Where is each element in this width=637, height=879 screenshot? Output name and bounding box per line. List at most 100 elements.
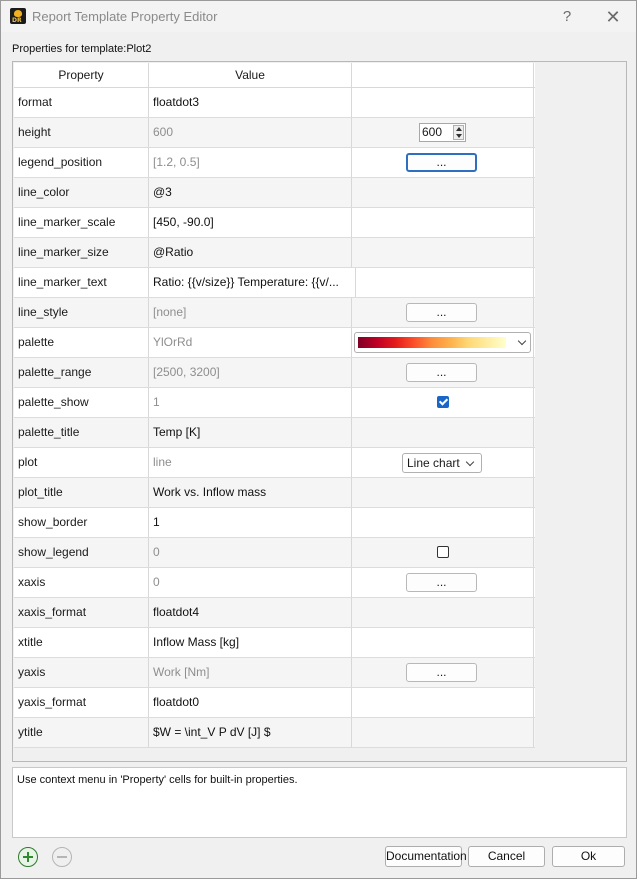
property-value-cell[interactable]: floatdot3 (149, 88, 352, 117)
editor-cell (352, 478, 534, 507)
property-value-cell[interactable]: Work vs. Inflow mass (149, 478, 352, 507)
property-name-cell[interactable]: palette_range (14, 358, 149, 387)
table-row: ytitle $W = \int_V P dV [J] $ (14, 718, 535, 748)
editor-cell: ... (352, 298, 534, 327)
property-value-cell[interactable]: 0 (149, 538, 352, 567)
property-name-cell[interactable]: show_border (14, 508, 149, 537)
palette-show-checkbox[interactable] (437, 396, 449, 408)
documentation-button[interactable]: Documentation (385, 846, 467, 867)
property-name-cell[interactable]: line_marker_size (14, 238, 149, 267)
table-row: xtitle Inflow Mass [kg] (14, 628, 535, 658)
property-value-cell[interactable]: $W = \int_V P dV [J] $ (149, 718, 352, 747)
property-value-cell[interactable]: [450, -90.0] (149, 208, 352, 237)
editor-cell (352, 508, 534, 537)
spinbox-value: 600 (422, 125, 443, 139)
legend-position-edit-button[interactable]: ... (406, 153, 477, 172)
table-row: line_marker_scale [450, -90.0] (14, 208, 535, 238)
help-text: Use context menu in 'Property' cells for… (17, 774, 298, 786)
spin-down-icon[interactable] (456, 134, 462, 138)
yaxis-edit-button[interactable]: ... (406, 663, 477, 682)
chevron-down-icon (517, 336, 527, 346)
cancel-button[interactable]: Cancel (468, 846, 545, 867)
property-value-cell[interactable]: 600 (149, 118, 352, 147)
property-name-cell[interactable]: plot (14, 448, 149, 477)
property-value-cell[interactable]: Inflow Mass [kg] (149, 628, 352, 657)
property-name-cell[interactable]: ytitle (14, 718, 149, 747)
spin-up-icon[interactable] (456, 127, 462, 131)
property-value-cell[interactable]: floatdot4 (149, 598, 352, 627)
editor-cell (356, 268, 534, 297)
property-value-cell[interactable]: @3 (149, 178, 352, 207)
property-name-cell[interactable]: xaxis (14, 568, 149, 597)
property-value-cell[interactable]: 1 (149, 388, 352, 417)
table-row: yaxis Work [Nm] ... (14, 658, 535, 688)
property-value-cell[interactable]: floatdot0 (149, 688, 352, 717)
spinbox-arrows[interactable] (453, 125, 464, 140)
property-name-cell[interactable]: line_style (14, 298, 149, 327)
chevron-down-icon (465, 457, 475, 467)
header-value[interactable]: Value (149, 63, 352, 87)
editor-cell (352, 208, 534, 237)
property-value-cell[interactable]: @Ratio (149, 238, 352, 267)
property-value-cell[interactable]: 0 (149, 568, 352, 597)
table-row: line_marker_text Ratio: {{v/size}} Tempe… (14, 268, 535, 298)
editor-cell (352, 88, 534, 117)
title-bar: DR Report Template Property Editor ? ✕ (1, 1, 636, 32)
line-style-edit-button[interactable]: ... (406, 303, 477, 322)
property-name-cell[interactable]: palette_title (14, 418, 149, 447)
property-name-cell[interactable]: line_marker_scale (14, 208, 149, 237)
palette-dropdown[interactable] (354, 332, 531, 353)
property-name-cell[interactable]: yaxis_format (14, 688, 149, 717)
property-table-frame: Property Value format floatdot3 height 6… (12, 61, 627, 762)
property-name-cell[interactable]: line_marker_text (14, 268, 149, 297)
table-row: xaxis_format floatdot4 (14, 598, 535, 628)
remove-property-icon[interactable] (52, 847, 72, 867)
editor-cell (352, 628, 534, 657)
property-name-cell[interactable]: palette_show (14, 388, 149, 417)
editor-cell (352, 418, 534, 447)
property-value-cell[interactable]: line (149, 448, 352, 477)
height-spinbox[interactable]: 600 (419, 123, 466, 142)
header-property[interactable]: Property (14, 63, 149, 87)
plot-type-select[interactable]: Line chart (402, 453, 482, 473)
property-value-cell[interactable]: [none] (149, 298, 352, 327)
dialog-window: DR Report Template Property Editor ? ✕ P… (0, 0, 637, 879)
property-value-cell[interactable]: [1.2, 0.5] (149, 148, 352, 177)
property-name-cell[interactable]: legend_position (14, 148, 149, 177)
xaxis-edit-button[interactable]: ... (406, 573, 477, 592)
property-name-cell[interactable]: line_color (14, 178, 149, 207)
property-name-cell[interactable]: height (14, 118, 149, 147)
ok-button[interactable]: Ok (552, 846, 625, 867)
editor-cell (352, 538, 534, 567)
table-row: line_style [none] ... (14, 298, 535, 328)
property-name-cell[interactable]: yaxis (14, 658, 149, 687)
property-name-cell[interactable]: palette (14, 328, 149, 357)
close-button[interactable]: ✕ (593, 5, 633, 29)
flame-icon (14, 10, 22, 17)
property-name-cell[interactable]: xtitle (14, 628, 149, 657)
property-value-cell[interactable]: Work [Nm] (149, 658, 352, 687)
property-value-cell[interactable]: 1 (149, 508, 352, 537)
property-name-cell[interactable]: xaxis_format (14, 598, 149, 627)
header-editor[interactable] (352, 63, 534, 87)
property-value-cell[interactable]: Ratio: {{v/size}} Temperature: {{v/... (149, 268, 356, 297)
help-button[interactable]: ? (547, 5, 587, 29)
palette-gradient-swatch (358, 337, 506, 348)
property-name-cell[interactable]: plot_title (14, 478, 149, 507)
table-row: plot_title Work vs. Inflow mass (14, 478, 535, 508)
table-row: xaxis 0 ... (14, 568, 535, 598)
editor-cell: ... (352, 568, 534, 597)
add-property-icon[interactable] (18, 847, 38, 867)
palette-range-edit-button[interactable]: ... (406, 363, 477, 382)
property-name-cell[interactable]: format (14, 88, 149, 117)
property-value-cell[interactable]: YlOrRd (149, 328, 352, 357)
property-name-cell[interactable]: show_legend (14, 538, 149, 567)
table-row: palette YlOrRd (14, 328, 535, 358)
show-legend-checkbox[interactable] (437, 546, 449, 558)
property-value-cell[interactable]: [2500, 3200] (149, 358, 352, 387)
property-value-cell[interactable]: Temp [K] (149, 418, 352, 447)
editor-cell (352, 718, 534, 747)
editor-cell (352, 238, 534, 267)
table-row: palette_range [2500, 3200] ... (14, 358, 535, 388)
editor-cell (352, 178, 534, 207)
